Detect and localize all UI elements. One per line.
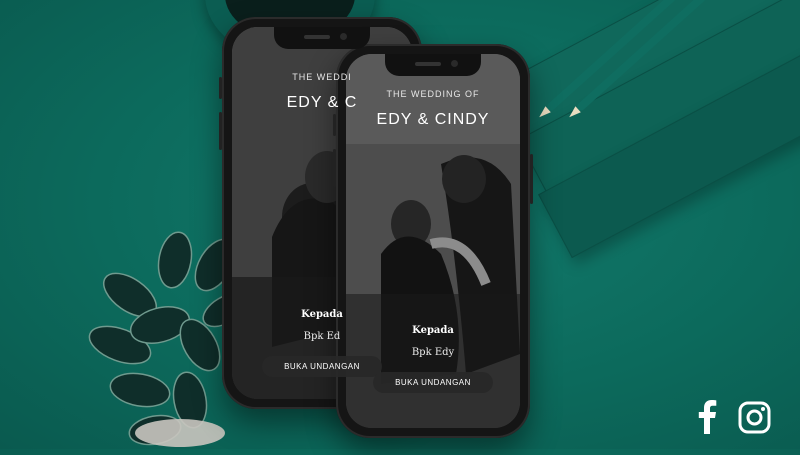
facebook-icon	[698, 400, 717, 434]
notch	[385, 54, 481, 76]
invitation-pretitle: THE WEDDI	[292, 72, 352, 82]
invitation-pretitle: THE WEDDING OF	[386, 89, 480, 99]
recipient-label: Kepada	[301, 309, 343, 320]
instagram-icon	[738, 401, 771, 434]
instagram-link[interactable]	[738, 401, 771, 439]
phone-front-screen: THE WEDDING OF EDY & CINDY Kepada Bpk Ed…	[346, 54, 520, 428]
facebook-link[interactable]	[697, 400, 717, 439]
couple-names: EDY & CINDY	[376, 111, 490, 128]
phone-front: THE WEDDING OF EDY & CINDY Kepada Bpk Ed…	[333, 44, 533, 438]
notch	[274, 27, 370, 49]
guest-name: Bpk Edy	[411, 347, 455, 358]
open-invitation-button[interactable]: BUKA UNDANGAN	[373, 372, 493, 393]
invitation-header: THE WEDDING OF EDY & CINDY	[346, 89, 520, 129]
recipient-label: Kepada	[412, 325, 454, 336]
invitation-recipient: Kepada Bpk Edy BUKA UNDANGAN	[346, 325, 520, 393]
